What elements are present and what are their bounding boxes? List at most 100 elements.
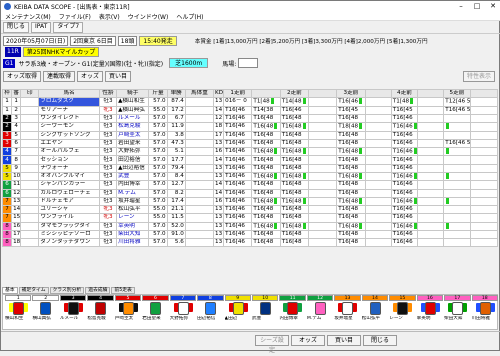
race4b-cell xyxy=(417,130,445,140)
tab-1[interactable]: 補足タイム xyxy=(18,287,49,294)
race4-cell: T16[46 xyxy=(390,146,419,157)
mark-cell[interactable] xyxy=(20,138,40,148)
race2b-cell xyxy=(307,205,338,215)
table-row[interactable]: 6 12 カルロヴェローチェ 牡3 M.デム 57.0 8.2 14 T16[46 T16[48 T… xyxy=(1,188,499,198)
table-row[interactable]: 8 17 ミシシッピテソーロ 牡3 柴田大知 57.0 91.0 13 T16[46 T16[48… xyxy=(1,230,499,240)
column-header[interactable]: 番 xyxy=(11,88,22,99)
minimize-icon[interactable]: – xyxy=(453,1,469,12)
mark-cell[interactable] xyxy=(20,146,40,157)
race2-cell-text: T16[48 xyxy=(281,114,302,121)
menu-window[interactable]: ウインドウ(W) xyxy=(124,12,173,21)
odds-fetch-button[interactable]: オッズ取得 xyxy=(3,71,42,82)
maximize-icon[interactable]: □ xyxy=(469,1,485,12)
mark-cell[interactable] xyxy=(20,155,40,165)
column-header[interactable]: 印 xyxy=(20,88,40,99)
mark-cell[interactable] xyxy=(20,238,40,248)
table-row[interactable]: 2 3 ワンダイレクト 牡3 ルメール 57.0 6.7 12 T16[46 T16[48 T16[… xyxy=(1,113,499,124)
mark-cell[interactable] xyxy=(20,196,40,207)
column-header[interactable] xyxy=(307,88,338,99)
tab-2[interactable]: クラス別分析 xyxy=(49,287,85,294)
race3b-cell xyxy=(364,171,392,182)
mark-cell[interactable] xyxy=(20,230,40,240)
gate-number: 12 xyxy=(306,295,334,301)
column-header[interactable]: 性齢 xyxy=(98,88,118,99)
bottom-close-button[interactable]: 閉じる xyxy=(363,335,397,346)
mark-cell[interactable] xyxy=(20,163,40,173)
table-row[interactable]: 5 9 ナヴォーナ 牡3 ▲田辺裕信 57.0 79.4 13 T16[46 T16[48 T16[… xyxy=(1,163,499,173)
table-row[interactable]: 6 11 シャンパンカラー 牡3 内田博幸 57.0 12.7 14 T16[46 T16[48 T… xyxy=(1,180,499,190)
kaime-button[interactable]: 買い目 xyxy=(105,71,132,82)
baba-field[interactable] xyxy=(238,58,259,68)
mark-cell[interactable] xyxy=(20,130,40,140)
menu-maintenance[interactable]: メンテナンス(M) xyxy=(1,12,55,21)
bottom-kaime-button[interactable]: 買い目 xyxy=(327,335,361,346)
table-row[interactable]: 4 7 オールパルフェ 牡3 大野拓弥 57.0 5.1 16 T16[46 T16[48 T16[… xyxy=(1,146,499,157)
mark-cell[interactable] xyxy=(20,221,40,232)
kai-field[interactable]: 2回東京 6日目 xyxy=(70,36,116,46)
column-header[interactable]: 馬体重 xyxy=(184,88,215,99)
tokusei-button[interactable]: 特性表示 xyxy=(462,71,495,82)
table-row[interactable]: 1 2 モリアーナ 牝3 ▲横山典弘 55.0 17.2 14 T16[46 T14[38 T16[… xyxy=(1,105,499,115)
weight-cell-text: 55.0 xyxy=(153,206,166,213)
column-header[interactable]: 4走前 xyxy=(390,88,419,99)
number-cell: 6 xyxy=(11,138,22,148)
table-row[interactable]: 7 15 ウンブライル 牝3 レーン 55.0 11.5 13 T16[46 T16[48 T16[… xyxy=(1,213,499,223)
column-header[interactable]: 5走前 xyxy=(443,88,471,99)
silk-body xyxy=(424,302,436,315)
table-row[interactable]: 8 18 ダノンタッチダウン 牡3 川田将雅 57.0 5.6 13 T16[46 T16[48 T… xyxy=(1,238,499,248)
column-header[interactable] xyxy=(364,88,392,99)
renzoku-button[interactable]: 連載取得 xyxy=(43,71,76,82)
table-row[interactable]: 1 1 フロムダスク 牡3 ▲横山和生 57.0 87.4 13 016－ 0 T1[48 T14[… xyxy=(1,97,499,107)
mark-cell[interactable] xyxy=(20,113,40,124)
jockey-cell-text: ▲田辺裕信 xyxy=(118,164,145,171)
race2b-cell xyxy=(307,163,338,173)
column-header[interactable]: 1走前 xyxy=(223,88,253,99)
odds-button[interactable]: オッズ xyxy=(77,71,104,82)
column-header[interactable]: KD xyxy=(213,88,225,99)
table-row[interactable]: 3 6 エエヤン 牡3 岩田望来 57.0 47.3 13 T16[46 T16[48 T16[48… xyxy=(1,138,499,148)
ipat-button[interactable]: IPAT xyxy=(31,21,52,33)
mark-cell[interactable] xyxy=(20,171,40,182)
table-row[interactable]: 8 16 タマモブラックタイ 牡3 幸英明 57.0 52.0 13 T16[46 T16[48 T… xyxy=(1,221,499,232)
table-row[interactable]: 7 13 ドルチェモア 牡3 坂井瑠星 57.0 17.4 16 T16[46 T16[48 T16… xyxy=(1,196,499,207)
tab-0[interactable]: 基本 xyxy=(2,287,18,294)
column-header[interactable]: 単勝 xyxy=(166,88,186,99)
mark-cell[interactable] xyxy=(20,122,40,132)
tab-3[interactable]: 過去成績 xyxy=(85,287,111,294)
menu-file[interactable]: ファイル(F) xyxy=(55,12,95,21)
table-row[interactable]: 5 10 オオバンブルマイ 牡3 武豊 57.0 8.4 13 T16[46 T16[48 T16[… xyxy=(1,171,499,182)
mark-cell[interactable] xyxy=(20,180,40,190)
close-button[interactable]: 閉じる xyxy=(3,21,30,33)
tab-4[interactable]: 前5走表 xyxy=(111,287,135,294)
column-header[interactable]: 騎手 xyxy=(116,88,150,99)
mark-cell[interactable] xyxy=(20,188,40,198)
mark-cell[interactable] xyxy=(20,205,40,215)
table-row[interactable]: 7 14 ユリーシャ 牝3 松山弘平 55.0 21.1 13 T16[46 T16[48 T16[… xyxy=(1,205,499,215)
table-row[interactable]: 3 5 シングザットソング 牡3 戸崎圭太 57.0 3.8 17 T16[46 T16[48 T1… xyxy=(1,130,499,140)
bottom-odds-button[interactable]: オッズ xyxy=(291,335,325,346)
column-header[interactable]: 3走前 xyxy=(336,88,366,99)
mark-cell[interactable] xyxy=(20,97,40,107)
column-header[interactable]: 2走前 xyxy=(279,88,309,99)
column-header[interactable]: 枠 xyxy=(1,88,13,99)
race3-cell: T16[48 xyxy=(336,113,366,124)
mark-cell[interactable] xyxy=(20,213,40,223)
odds-cell-text: 21.1 xyxy=(171,206,184,213)
season-button[interactable]: シーズ設定 xyxy=(255,335,289,354)
close-icon[interactable]: ✕ xyxy=(485,1,500,12)
mark-cell[interactable] xyxy=(20,105,40,115)
menu-view[interactable]: 表示(V) xyxy=(95,12,124,21)
column-header[interactable] xyxy=(417,88,445,99)
race1-cell: T16[46 xyxy=(223,130,253,140)
table-row[interactable]: 2 4 シーウーモン 牡3 松島克駿 57.0 11.9 18 T16[46 T16[48 T16[… xyxy=(1,122,499,132)
race5b-cell xyxy=(469,180,499,190)
race-date-field[interactable]: 2020年05月07日(日) xyxy=(3,36,69,46)
table-row[interactable]: 4 8 セッション 牡3 田辺裕信 57.0 17.7 14 T16[46 T16[48 T16[4… xyxy=(1,155,499,165)
column-header[interactable]: 馬名 xyxy=(38,88,100,99)
type-button[interactable]: タイプ7 xyxy=(53,21,84,33)
column-header[interactable]: 斤量 xyxy=(148,88,168,99)
column-header[interactable] xyxy=(251,88,281,99)
number-cell-text: 17 xyxy=(13,231,21,238)
menu-help[interactable]: ヘルプ(H) xyxy=(172,12,207,21)
column-header[interactable] xyxy=(469,88,499,99)
